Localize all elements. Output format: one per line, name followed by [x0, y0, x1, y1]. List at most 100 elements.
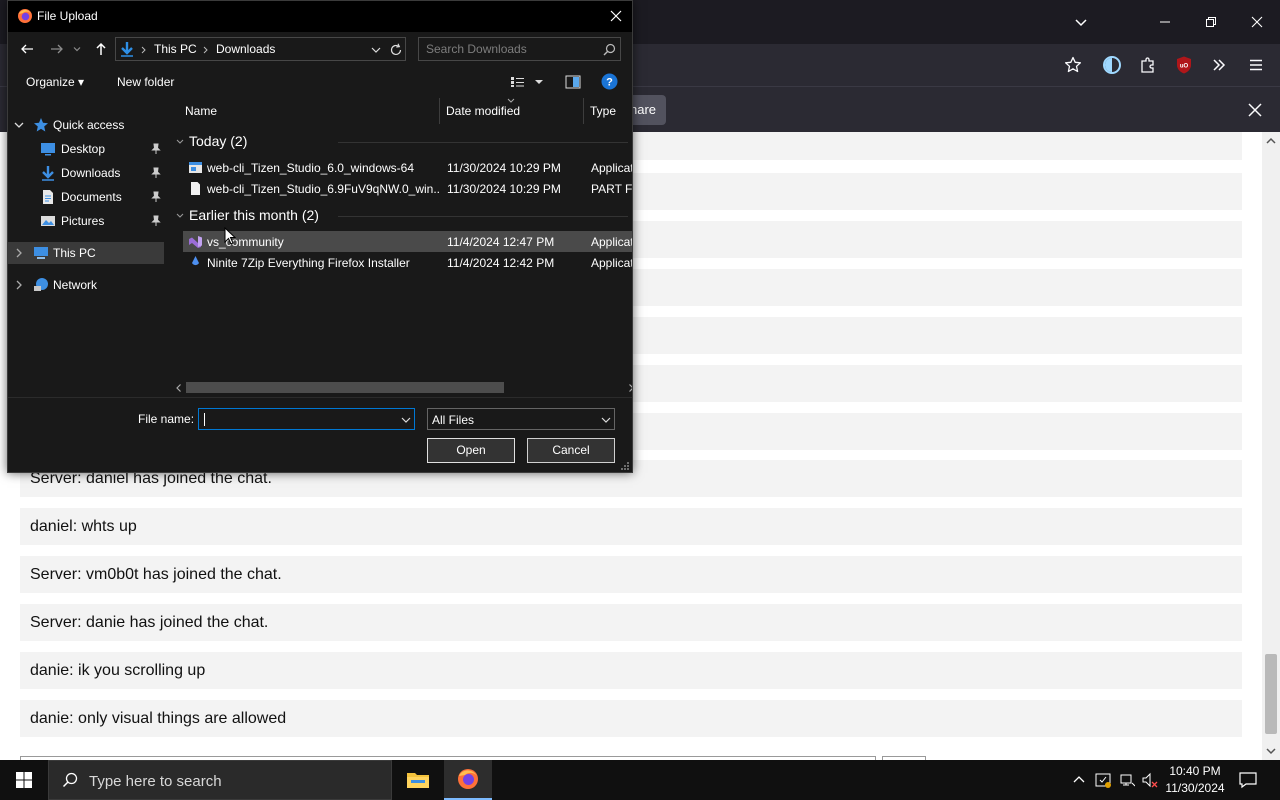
page-scrollbar[interactable]	[1262, 132, 1280, 760]
file-row[interactable]: web-cli_Tizen_Studio_6.9FuV9qNW.0_win...…	[183, 178, 632, 199]
start-button[interactable]	[0, 760, 48, 800]
chevron-down-icon[interactable]	[370, 44, 382, 56]
taskbar: Type here to search 10:40 PM 11/30/2024	[0, 760, 1280, 800]
chevron-down-icon[interactable]	[400, 414, 412, 426]
new-folder-button[interactable]: New folder	[117, 75, 174, 89]
page-scroll-thumb[interactable]	[1265, 654, 1277, 734]
file-row[interactable]: web-cli_Tizen_Studio_6.0_windows-64 11/3…	[183, 157, 632, 178]
cancel-button[interactable]: Cancel	[527, 438, 615, 463]
chevron-right-icon[interactable]	[13, 279, 25, 291]
notification-close-button[interactable]	[1244, 99, 1266, 121]
chevron-up-icon[interactable]	[1071, 772, 1087, 788]
download-arrow-icon	[42, 166, 54, 181]
bookmark-star-button[interactable]	[1060, 52, 1086, 78]
horizontal-scroll-thumb[interactable]	[186, 382, 504, 393]
horizontal-scrollbar[interactable]	[168, 379, 632, 396]
chevron-down-icon[interactable]	[13, 119, 25, 131]
nav-quick-access[interactable]: Quick access	[8, 114, 164, 136]
dialog-navigation-bar: This PC Downloads	[8, 32, 632, 66]
network-status-icon[interactable]	[1119, 772, 1135, 788]
breadcrumb-separator-icon	[203, 46, 208, 54]
notification-center-icon[interactable]	[1239, 771, 1257, 789]
speaker-muted-icon[interactable]	[1142, 772, 1158, 788]
file-list: Name Date modified Type Today (2) web-cl…	[168, 98, 632, 397]
column-header-name[interactable]: Name	[168, 98, 439, 124]
refresh-icon[interactable]	[389, 43, 403, 57]
desktop-icon	[41, 143, 55, 156]
taskbar-firefox[interactable]	[444, 760, 492, 800]
nav-network-label: Network	[53, 278, 98, 292]
file-row[interactable]: Ninite 7Zip Everything Firefox Installer…	[183, 252, 632, 273]
computer-icon	[34, 247, 48, 259]
file-name-combobox	[198, 408, 415, 430]
taskbar-file-explorer[interactable]	[394, 760, 442, 800]
recent-locations-button[interactable]	[70, 38, 84, 60]
security-center-icon[interactable]	[1095, 772, 1111, 788]
file-name-input[interactable]	[199, 409, 395, 429]
pin-icon	[151, 191, 161, 202]
file-row[interactable]: vs_community 11/4/2024 12:47 PM Applicat…	[183, 231, 632, 252]
dialog-title: File Upload	[37, 9, 98, 23]
dialog-title-bar: File Upload	[8, 1, 632, 32]
scroll-right-icon[interactable]	[626, 383, 632, 393]
windows-logo-icon	[16, 772, 32, 788]
extensions-button[interactable]	[1135, 52, 1161, 78]
clock-time: 10:40 PM	[1169, 764, 1221, 778]
ublock-origin-button[interactable]: uO	[1171, 52, 1197, 78]
dialog-close-button[interactable]	[604, 4, 628, 28]
breadcrumb-downloads[interactable]: Downloads	[216, 42, 275, 56]
open-button[interactable]: Open	[427, 438, 515, 463]
help-button[interactable]: ?	[601, 73, 618, 90]
up-one-level-button[interactable]	[90, 38, 112, 60]
svg-text:?: ?	[606, 77, 613, 89]
nav-desktop[interactable]: Desktop	[8, 138, 164, 160]
pin-icon	[151, 167, 161, 178]
taskbar-search-box[interactable]: Type here to search	[48, 760, 392, 800]
more-tools-button[interactable]	[1206, 52, 1232, 78]
ublock-shield-icon: uO	[1177, 56, 1191, 74]
restore-button[interactable]	[1188, 0, 1234, 44]
address-bar[interactable]: This PC Downloads	[115, 37, 406, 61]
half-moon-icon	[1103, 56, 1121, 74]
close-window-button[interactable]	[1234, 0, 1280, 44]
forward-button[interactable]	[46, 38, 68, 60]
view-details-icon	[511, 77, 543, 87]
change-view-button[interactable]	[509, 74, 549, 90]
nav-documents[interactable]: Documents	[8, 186, 164, 208]
nav-this-pc[interactable]: This PC	[8, 242, 164, 264]
search-input[interactable]	[419, 38, 599, 60]
blank-file-icon	[191, 182, 200, 195]
column-header-type[interactable]: Type	[573, 98, 632, 124]
taskbar-clock[interactable]: 10:40 PM 11/30/2024	[1160, 763, 1230, 797]
nav-documents-label: Documents	[61, 190, 122, 204]
list-all-tabs-button[interactable]	[1058, 0, 1104, 44]
file-group-earlier-this-month[interactable]: Earlier this month (2)	[168, 205, 632, 227]
file-type: Application	[591, 161, 632, 175]
file-group-today[interactable]: Today (2)	[168, 131, 632, 153]
chevron-right-icon[interactable]	[13, 247, 25, 259]
app-menu-button[interactable]	[1243, 52, 1269, 78]
column-header-date[interactable]: Date modified	[429, 98, 583, 124]
minimize-button[interactable]	[1142, 0, 1188, 44]
star-icon	[1064, 56, 1082, 73]
nav-pictures[interactable]: Pictures	[8, 210, 164, 232]
clock-date: 11/30/2024	[1165, 781, 1225, 795]
organize-button[interactable]: Organize ▾	[26, 75, 84, 89]
resize-grip-icon[interactable]	[620, 461, 630, 471]
back-button[interactable]	[16, 38, 38, 60]
breadcrumb-this-pc[interactable]: This PC	[154, 42, 197, 56]
extension-privacy-button[interactable]	[1099, 52, 1125, 78]
mouse-cursor-icon	[224, 227, 236, 245]
nav-network[interactable]: Network	[8, 274, 164, 296]
chat-message: Server: vm0b0t has joined the chat.	[20, 556, 1242, 593]
file-type-select[interactable]: All Files	[427, 408, 615, 430]
star-icon	[34, 118, 48, 132]
preview-pane-button[interactable]	[565, 74, 581, 90]
file-date: 11/4/2024 12:42 PM	[447, 256, 555, 270]
file-group-label: Earlier this month (2)	[189, 207, 319, 223]
scroll-left-icon[interactable]	[174, 383, 184, 393]
nav-downloads[interactable]: Downloads	[8, 162, 164, 184]
chevron-down-icon	[601, 417, 611, 423]
file-upload-dialog: File Upload This PC Downloads Search Dow…	[7, 0, 633, 473]
close-icon	[1251, 16, 1263, 28]
